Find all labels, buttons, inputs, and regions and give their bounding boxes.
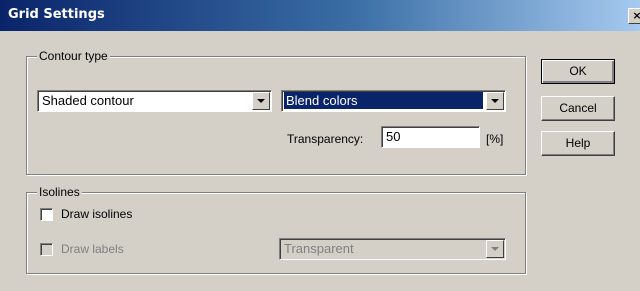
isolines-group: Isolines — [26, 185, 526, 274]
contour-type-value: Shaded contour — [42, 93, 134, 108]
isolines-legend: Isolines — [37, 185, 82, 199]
title-bar[interactable]: Grid Settings × — [0, 0, 640, 31]
transparency-value: 50 — [386, 129, 401, 144]
cancel-button-label: Cancel — [559, 101, 597, 115]
contour-type-group: Contour type — [26, 49, 526, 175]
label-background-value: Transparent — [284, 241, 354, 256]
draw-isolines-checkbox[interactable] — [40, 208, 53, 221]
transparency-label: Transparency: — [287, 132, 364, 146]
close-icon: × — [632, 9, 640, 22]
contour-type-legend: Contour type — [37, 49, 110, 63]
label-background-select[interactable]: Transparent — [279, 238, 506, 260]
draw-labels-label[interactable]: Draw labels — [61, 242, 124, 256]
draw-isolines-label[interactable]: Draw isolines — [61, 207, 132, 221]
transparency-input[interactable]: 50 — [381, 126, 480, 148]
ok-button[interactable]: OK — [541, 59, 615, 84]
transparency-unit: [%] — [486, 132, 504, 146]
blend-mode-value: Blend colors — [284, 92, 483, 109]
contour-type-select[interactable]: Shaded contour — [37, 90, 272, 112]
close-button[interactable]: × — [628, 8, 640, 24]
blend-mode-select[interactable]: Blend colors — [281, 90, 506, 112]
help-button-label: Help — [565, 136, 591, 150]
ok-button-label: OK — [569, 64, 587, 78]
draw-labels-checkbox[interactable] — [40, 243, 53, 256]
cancel-button[interactable]: Cancel — [541, 96, 615, 121]
window-title: Grid Settings — [8, 7, 105, 22]
label-background-dropdown-button[interactable] — [486, 240, 504, 258]
blend-mode-dropdown-button[interactable] — [486, 92, 504, 110]
help-button[interactable]: Help — [541, 131, 615, 156]
contour-type-dropdown-button[interactable] — [252, 92, 270, 110]
